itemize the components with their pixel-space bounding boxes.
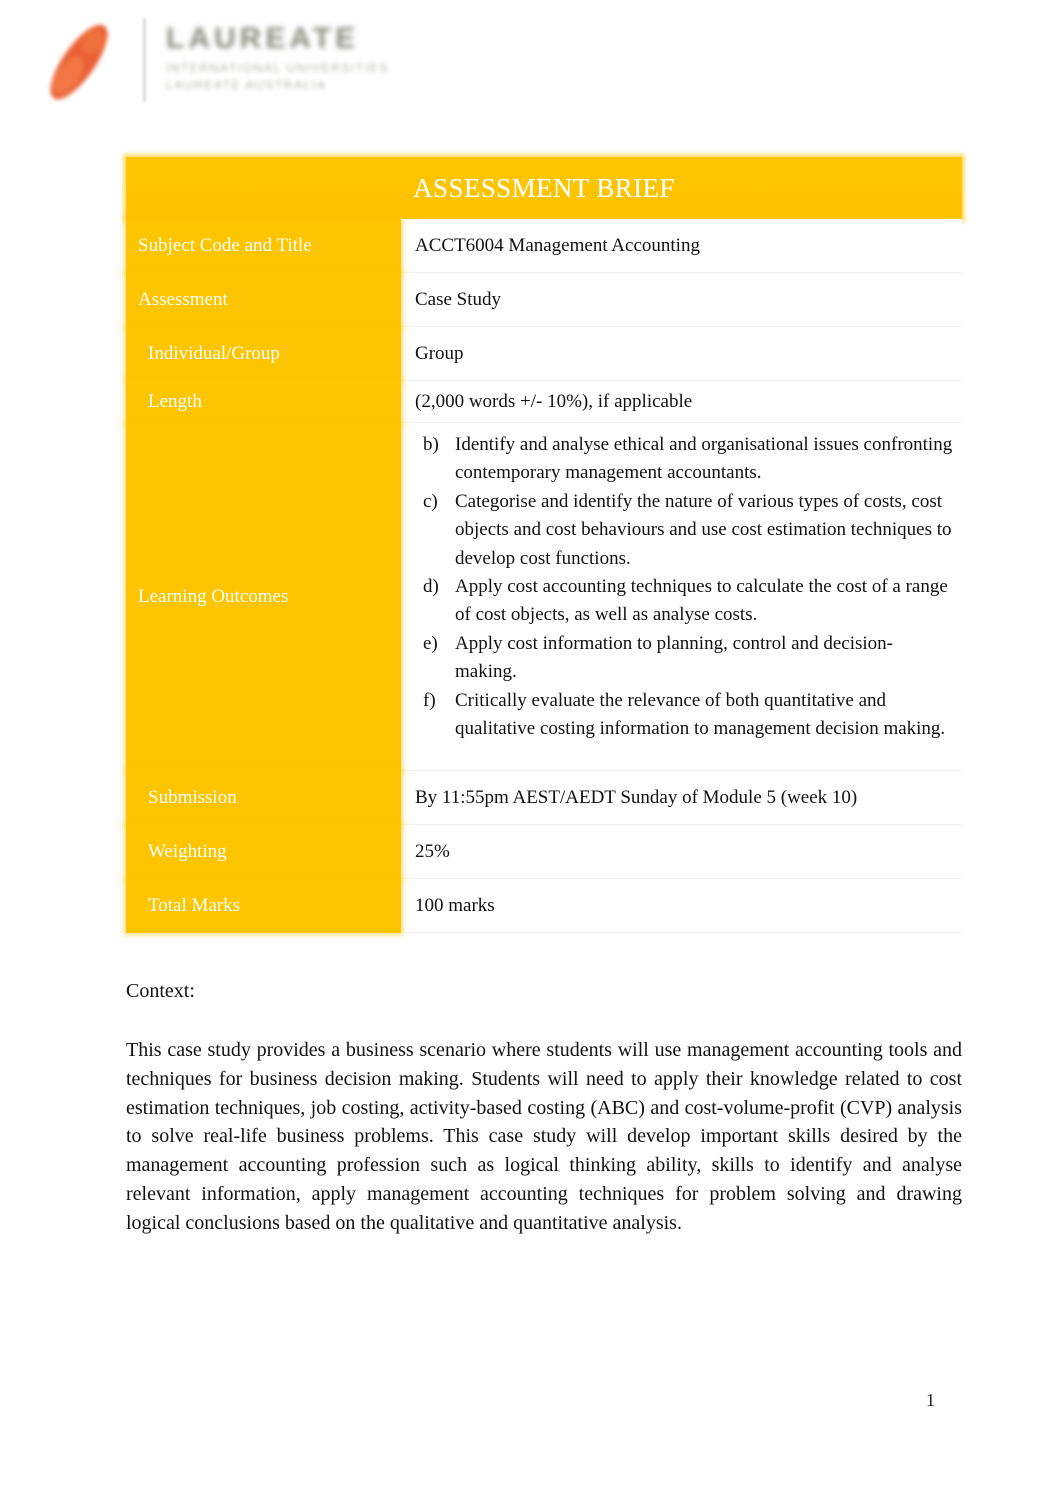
list-item-text: Apply cost information to planning, cont…	[455, 632, 893, 683]
list-item-marker: b)	[423, 434, 439, 455]
table-row-total-marks: Total Marks 100 marks	[126, 879, 962, 933]
list-item-text: Critically evaluate the relevance of bot…	[455, 689, 946, 740]
table-row-individual-group: Individual/Group Group	[126, 327, 962, 381]
row-value-subject: ACCT6004 Management Accounting	[401, 219, 962, 273]
table-row-assessment: Assessment Case Study	[126, 273, 962, 327]
list-item-marker: d)	[423, 576, 439, 598]
row-value-total-marks: 100 marks	[401, 879, 962, 933]
row-value-individual-group: Group	[401, 327, 962, 381]
context-paragraph: This case study provides a business scen…	[126, 1039, 962, 1234]
row-label-length: Length	[126, 381, 401, 423]
row-value-learning-outcomes: b) Identify and analyse ethical and orga…	[401, 423, 962, 771]
row-label-total-marks: Total Marks	[126, 879, 401, 933]
list-item-text: Identify and analyse ethical and organis…	[455, 434, 953, 484]
document-logo: LAUREATE INTERNATIONAL UNIVERSITIES LAUR…	[0, 0, 420, 125]
table-row-subject: Subject Code and Title ACCT6004 Manageme…	[126, 219, 962, 273]
list-item-marker: f)	[423, 689, 436, 711]
list-item: b) Identify and analyse ethical and orga…	[415, 431, 962, 488]
row-value-assessment: Case Study	[401, 273, 962, 327]
row-label-individual-group: Individual/Group	[126, 327, 401, 381]
list-item-marker: c)	[423, 490, 438, 512]
table-row-learning-outcomes: Learning Outcomes b) Identify and analys…	[126, 423, 962, 771]
row-label-assessment: Assessment	[126, 273, 401, 327]
row-value-length: (2,000 words +/- 10%), if applicable	[401, 381, 962, 423]
laureate-flame-icon	[50, 24, 108, 100]
table-row-weighting: Weighting 25%	[126, 825, 962, 879]
assessment-brief-table: ASSESSMENT BRIEF Subject Code and Title …	[126, 157, 962, 933]
page-title: ASSESSMENT BRIEF	[413, 172, 675, 203]
page-number: 1	[926, 1390, 935, 1410]
row-label-subject: Subject Code and Title	[126, 219, 401, 273]
logo-tagline: INTERNATIONAL UNIVERSITIES LAUREATE AUST…	[166, 60, 389, 94]
row-value-weighting: 25%	[401, 825, 962, 879]
logo-tagline-line-2: LAUREATE AUSTRALIA	[166, 78, 327, 92]
list-item: e) Apply cost information to planning, c…	[415, 630, 962, 687]
row-label-learning-outcomes: Learning Outcomes	[126, 423, 401, 771]
assessment-brief-header: ASSESSMENT BRIEF	[126, 157, 962, 219]
list-item-text: Categorise and identify the nature of va…	[455, 490, 952, 569]
row-value-submission: By 11:55pm AEST/AEDT Sunday of Module 5 …	[401, 771, 962, 825]
logo-wordmark: LAUREATE	[166, 22, 360, 55]
list-item-text: Apply cost accounting techniques to calc…	[455, 576, 948, 626]
row-label-weighting: Weighting	[126, 825, 401, 879]
list-item-marker: e)	[423, 632, 438, 654]
logo-tagline-line-1: INTERNATIONAL UNIVERSITIES	[166, 61, 389, 75]
list-item: c) Categorise and identify the nature of…	[415, 488, 962, 573]
list-item: f) Critically evaluate the relevance of …	[415, 687, 962, 744]
table-row-length: Length (2,000 words +/- 10%), if applica…	[126, 381, 962, 423]
list-item: d) Apply cost accounting techniques to c…	[415, 573, 962, 630]
learning-outcomes-list: b) Identify and analyse ethical and orga…	[415, 431, 962, 743]
table-row-submission: Submission By 11:55pm AEST/AEDT Sunday o…	[126, 771, 962, 825]
context-heading: Context:	[126, 980, 195, 1002]
logo-divider	[143, 18, 146, 102]
row-label-submission: Submission	[126, 771, 401, 825]
